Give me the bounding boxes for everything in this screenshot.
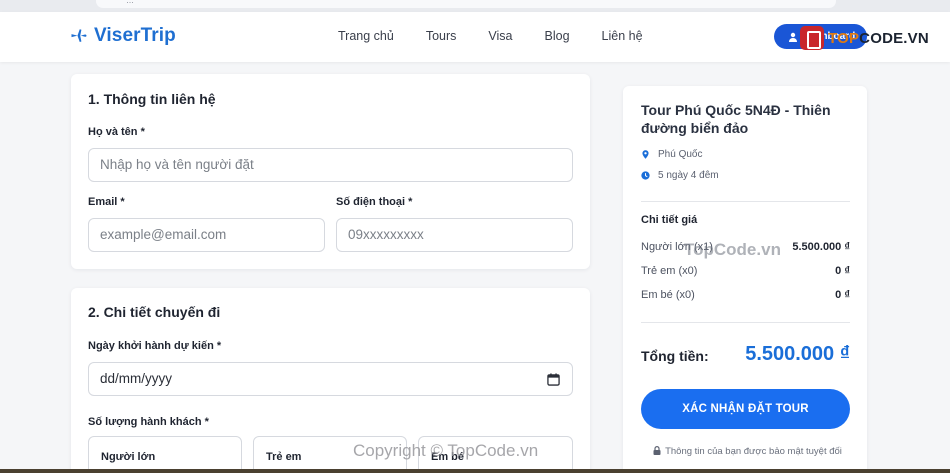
pax-adult-label: Người lớn [101, 451, 156, 463]
price-row-label: Em bé (x0) [641, 289, 695, 301]
nav-blog[interactable]: Blog [545, 29, 570, 43]
watermark-copyright: Copyright © TopCode.vn [353, 441, 539, 460]
price-row-value: 0 ₫ [835, 265, 850, 277]
clock-icon [641, 171, 650, 180]
topcode-logo-icon [800, 26, 824, 50]
price-row-value: 0 ₫ [835, 289, 850, 301]
confirm-booking-button[interactable]: XÁC NHẬN ĐẶT TOUR [641, 389, 850, 429]
contact-section-title: 1. Thông tin liên hệ [88, 91, 216, 107]
calendar-icon[interactable] [547, 373, 560, 386]
contact-info-card: 1. Thông tin liên hệ Họ và tên * Nhập họ… [71, 74, 590, 269]
user-icon [789, 32, 797, 42]
pax-label: Số lượng hành khách * [88, 416, 209, 428]
price-heading: Chi tiết giá [641, 214, 698, 226]
address-bar[interactable]: … [96, 0, 836, 8]
email-input[interactable]: example@email.com [88, 218, 325, 252]
duration-row: 5 ngày 4 đêm [641, 170, 719, 181]
booking-summary-card: Tour Phú Quốc 5N4Đ - Thiên đường biển đả… [623, 86, 867, 473]
secure-note: Thông tin của bạn được bảo mật tuyệt đối [645, 444, 850, 459]
nav-visa[interactable]: Visa [488, 29, 512, 43]
price-row-label: Trẻ em (x0) [641, 265, 698, 277]
summary-divider-top [641, 201, 850, 202]
map-pin-icon [642, 150, 649, 159]
name-input[interactable]: Nhập họ và tên người đặt [88, 148, 573, 182]
price-row-infant: Em bé (x0) 0 ₫ [641, 289, 850, 301]
logo-text: ViserTrip [94, 25, 176, 46]
bottom-edge-bar [0, 469, 950, 473]
date-label: Ngày khởi hành dự kiến * [88, 340, 222, 352]
watermark-center: TopCode.vn [684, 240, 781, 259]
pax-adult-box[interactable]: Người lớn [88, 436, 242, 473]
topcode-badge-text: TOPCODE.VN [828, 29, 929, 47]
date-placeholder: dd/mm/yyyy [100, 371, 173, 386]
price-row-child: Trẻ em (x0) 0 ₫ [641, 265, 850, 277]
location-text: Phú Quốc [658, 149, 703, 160]
site-header: ViserTrip Trang chủ Tours Visa Blog Liên… [0, 12, 950, 62]
duration-text: 5 ngày 4 đêm [658, 170, 719, 181]
site-logo[interactable]: ViserTrip [70, 25, 176, 47]
location-row: Phú Quốc [641, 149, 702, 160]
phone-label: Số điện thoại * [336, 196, 413, 208]
name-label: Họ và tên * [88, 126, 145, 138]
nav-home[interactable]: Trang chủ [338, 29, 394, 43]
nav-tours[interactable]: Tours [426, 29, 457, 43]
nav-contact[interactable]: Liên hệ [602, 29, 643, 43]
price-row-value: 5.500.000 ₫ [792, 241, 850, 253]
date-input[interactable]: dd/mm/yyyy [88, 362, 573, 396]
tour-title: Tour Phú Quốc 5N4Đ - Thiên đường biển đả… [641, 102, 831, 136]
phone-input[interactable]: 09xxxxxxxxx [336, 218, 573, 252]
email-label: Email * [88, 196, 125, 208]
main-nav: Trang chủ Tours Visa Blog Liên hệ [338, 29, 643, 43]
total-value: 5.500.000 ₫ [745, 343, 850, 365]
browser-address-strip: … [0, 0, 950, 12]
trip-section-title: 2. Chi tiết chuyến đi [88, 304, 221, 320]
lock-icon [653, 446, 661, 455]
pax-child-label: Trẻ em [266, 451, 302, 463]
topcode-watermark-badge: TOPCODE.VN [800, 26, 929, 50]
plane-icon [71, 29, 87, 42]
secure-note-text: Thông tin của bạn được bảo mật tuyệt đối [665, 446, 842, 457]
summary-divider-bottom [641, 322, 850, 323]
total-label: Tổng tiền: [641, 348, 709, 364]
